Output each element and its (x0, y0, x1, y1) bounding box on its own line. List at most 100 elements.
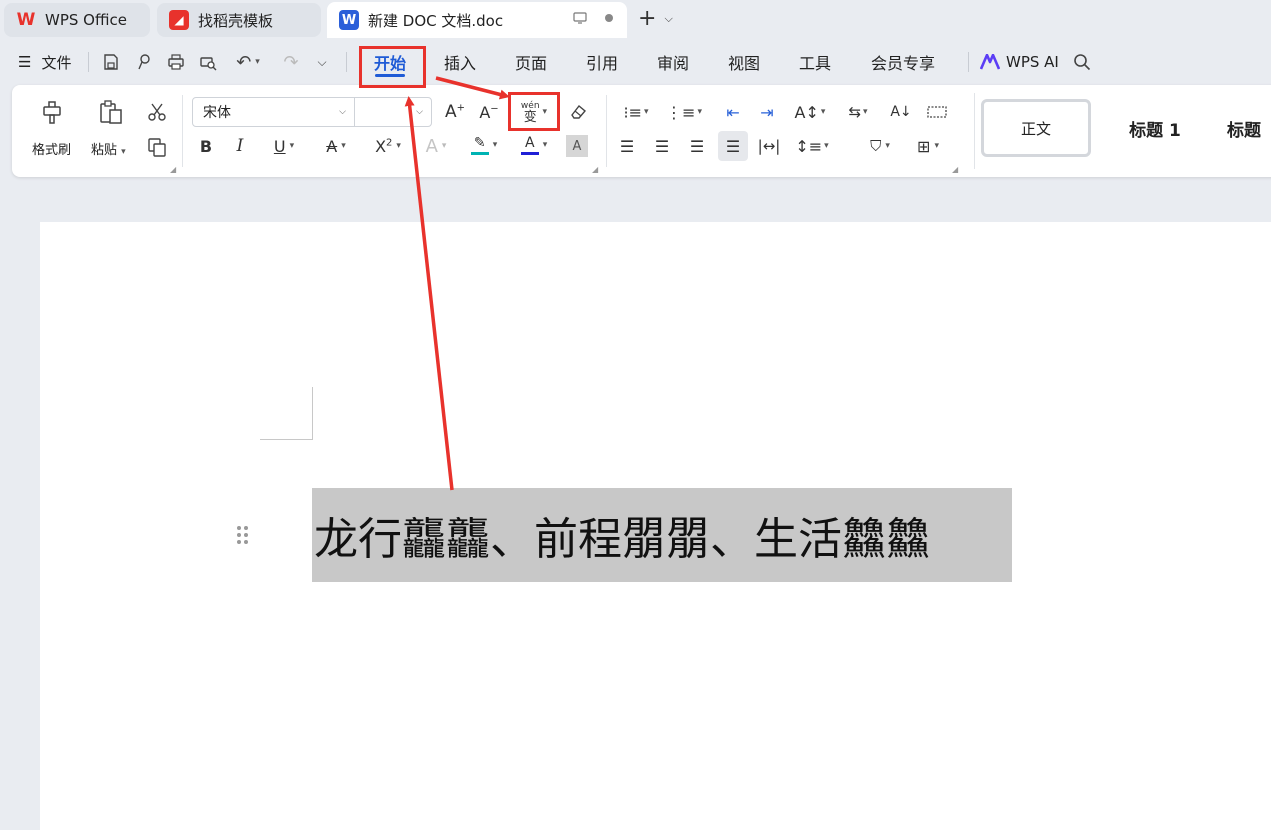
align-center-icon[interactable]: ☰ (649, 133, 675, 159)
tab-tools[interactable]: 工具 (790, 40, 840, 84)
format-painter-icon[interactable] (37, 97, 67, 127)
borders-button[interactable]: ⊞ ▾ (908, 133, 948, 159)
character-shading-icon[interactable]: A (566, 135, 588, 157)
justify-icon[interactable]: ☰ (718, 131, 748, 161)
file-menu-label: 文件 (41, 53, 72, 72)
show-hide-marks-icon[interactable] (924, 99, 950, 125)
document-page[interactable]: 龙行龘龘、前程朤朤、生活䲜䲜 (40, 222, 1271, 830)
strikethrough-button[interactable]: A ▾ (316, 133, 356, 159)
bullet-list-button[interactable]: ⁝≡ ▾ (618, 99, 654, 125)
highlighter-icon: ✎ (470, 135, 489, 155)
text-effect-icon: A (425, 135, 438, 157)
copy-icon[interactable] (144, 134, 170, 160)
numbered-list-icon: ⋮≡ (666, 102, 696, 122)
chevron-down-icon: ⌵ (416, 107, 423, 117)
unsaved-dot-icon[interactable] (605, 14, 613, 22)
save-icon[interactable] (100, 51, 122, 73)
font-size-select[interactable]: ⌵ (355, 98, 431, 126)
font-expand-icon[interactable]: ◢ (592, 165, 598, 174)
line-spacing-button[interactable]: ↕≡ ▾ (792, 133, 832, 159)
tab-member[interactable]: 会员专享 (862, 40, 944, 84)
paint-bucket-icon: ⛉ (870, 137, 882, 155)
wps-ai-logo-icon (980, 54, 1000, 70)
styles-gallery: 正文 标题 1 标题 (974, 93, 1271, 169)
paragraph-expand-icon[interactable]: ◢ (952, 165, 958, 174)
font-name-select[interactable]: 宋体 ⌵ (193, 98, 355, 126)
home-ribbon: 格式刷 粘贴 ▾ ◢ 宋体 ⌵ ⌵ A+ A− wén 变 ▾ B I U ▾ A ▾ … (12, 85, 1271, 177)
new-tab-plus-icon[interactable]: + (638, 6, 656, 31)
wps-ai-label: WPS AI (1006, 53, 1059, 71)
text-direction-button[interactable]: A↕ ▾ (792, 99, 828, 125)
superscript-icon: X2 (375, 136, 393, 156)
tab-view[interactable]: 视图 (719, 40, 769, 84)
increase-indent-icon[interactable]: ⇥ (754, 99, 780, 125)
underline-icon: U (273, 136, 286, 156)
bidi-text-icon: ⇆ (848, 103, 862, 121)
word-doc-icon: W (339, 10, 359, 30)
undo-icon[interactable]: ↶ ▾ (230, 51, 266, 73)
highlight-button[interactable]: ✎ ▾ (464, 131, 504, 159)
tab-page[interactable]: 页面 (506, 40, 556, 84)
paste-label[interactable]: 粘贴 ▾ (91, 139, 126, 158)
selected-document-text[interactable]: 龙行龘龘、前程朤朤、生活䲜䲜 (312, 488, 1012, 582)
decrease-indent-icon[interactable]: ⇤ (720, 99, 746, 125)
daoke-logo-icon: ◢ (169, 10, 189, 30)
numbered-list-button[interactable]: ⋮≡ ▾ (666, 99, 702, 125)
strikethrough-icon: A (326, 136, 338, 156)
sort-icon[interactable]: A↓ (888, 99, 914, 125)
distributed-align-icon[interactable]: |↔| (756, 133, 782, 159)
file-menu[interactable]: ☰ 文件 (18, 40, 71, 84)
superscript-button[interactable]: X2 ▾ (366, 133, 410, 159)
more-quick-access-chevron-icon[interactable]: ⌵ (311, 51, 333, 73)
text-direction-icon: A↕ (794, 102, 819, 122)
menu-bar: ☰ 文件 ↶ ▾ ↷ ⌵ 开始 插入 页面 引用 审阅 视图 工具 会员专享 WP… (0, 40, 1271, 84)
tab-review[interactable]: 审阅 (648, 40, 698, 84)
print-preview-icon[interactable] (197, 51, 219, 73)
tab-label: 找稻壳模板 (198, 11, 274, 30)
clipboard-expand-icon[interactable]: ◢ (170, 165, 176, 174)
chevron-down-icon: ⌵ (339, 107, 346, 117)
page-margin-corner-mark (260, 387, 313, 440)
style-normal[interactable]: 正文 (981, 99, 1091, 157)
format-painter-label[interactable]: 格式刷 (32, 139, 71, 158)
tab-insert[interactable]: 插入 (435, 40, 485, 84)
align-right-icon[interactable]: ☰ (684, 133, 710, 159)
font-selector: 宋体 ⌵ ⌵ (192, 97, 432, 127)
text-effect-button[interactable]: A ▾ (416, 133, 456, 159)
align-left-icon[interactable]: ☰ (614, 133, 640, 159)
monitor-icon[interactable] (573, 12, 587, 24)
font-color-icon: A (520, 135, 539, 155)
paragraph-drag-handle-icon[interactable] (236, 524, 250, 546)
decrease-font-size-icon[interactable]: A− (476, 99, 502, 125)
tab-label: WPS Office (45, 11, 127, 29)
tab-wps-office[interactable]: W WPS Office (4, 3, 150, 37)
print-icon[interactable] (165, 51, 187, 73)
style-heading-1[interactable]: 标题 1 (1105, 99, 1205, 157)
font-color-button[interactable]: A ▾ (514, 131, 554, 159)
wps-ai-button[interactable]: WPS AI (980, 40, 1059, 84)
search-icon[interactable] (1071, 51, 1093, 73)
italic-icon[interactable]: I (228, 133, 252, 159)
paste-icon[interactable] (96, 97, 126, 127)
line-spacing-icon: ↕≡ (795, 136, 823, 156)
bold-icon[interactable]: B (194, 133, 218, 159)
annotation-box-home-tab (359, 46, 426, 88)
annotation-box-phonetic-button (508, 92, 560, 131)
export-pdf-icon[interactable] (133, 51, 155, 73)
tab-daoke-templates[interactable]: ◢ 找稻壳模板 (157, 3, 321, 37)
bullet-list-icon: ⁝≡ (623, 102, 642, 122)
chevron-down-icon[interactable]: ⌵ (664, 12, 672, 26)
borders-icon: ⊞ (917, 136, 931, 156)
tab-document[interactable]: W 新建 DOC 文档.doc (327, 2, 627, 38)
style-heading[interactable]: 标题 (1227, 99, 1271, 157)
clear-format-eraser-icon[interactable] (565, 99, 591, 125)
bidi-text-button[interactable]: ⇆ ▾ (840, 99, 876, 125)
increase-font-size-icon[interactable]: A+ (442, 99, 468, 125)
wps-logo-icon: W (16, 10, 36, 30)
title-tab-bar: W WPS Office ◢ 找稻壳模板 W 新建 DOC 文档.doc + ⌵ (0, 0, 1271, 40)
cut-icon[interactable] (144, 99, 170, 125)
underline-button[interactable]: U ▾ (264, 133, 304, 159)
shading-button[interactable]: ⛉ ▾ (860, 133, 900, 159)
redo-icon[interactable]: ↷ (280, 51, 302, 73)
tab-references[interactable]: 引用 (577, 40, 627, 84)
